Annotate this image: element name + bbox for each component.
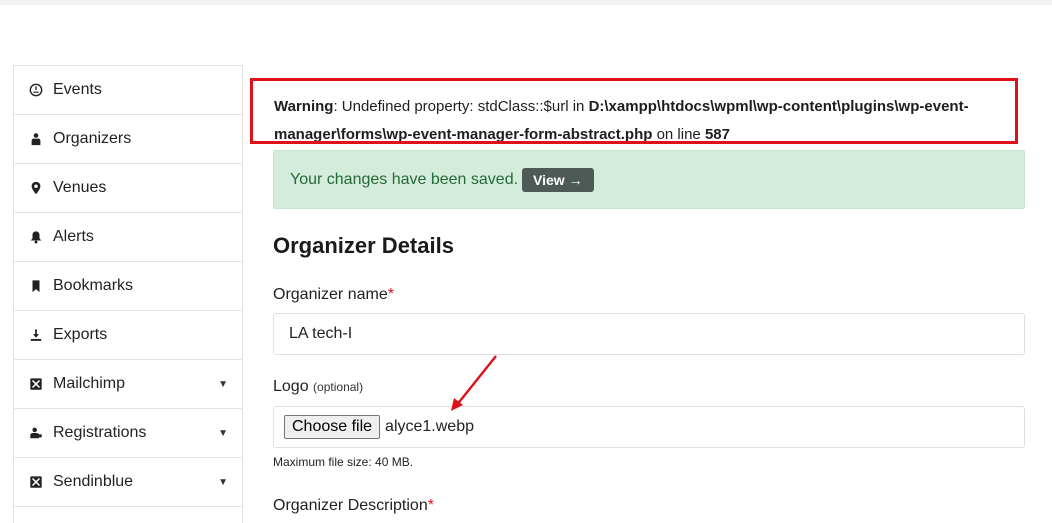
sidebar-item-alerts[interactable]: Alerts [14,213,242,262]
sidebar-item-label: Organizers [53,130,132,147]
annotation-arrow [451,355,497,411]
sidebar-item-label: Sendinblue [53,473,134,490]
chevron-down-icon[interactable]: ▼ [218,477,228,488]
max-file-size-hint: Maximum file size: 40 MB. [273,455,414,469]
logo-label-text: Logo [273,378,309,395]
organizer-name-label-text: Organizer name [273,286,388,303]
sidebar-item-label: Mailchimp [53,375,126,392]
required-mark: * [387,286,394,303]
sidebar-item-organizers[interactable]: Organizers [14,115,242,164]
sidebar-item-label: Registrations [53,424,147,441]
success-notice: Your changes have been saved. View → [273,150,1025,209]
organizer-name-value: LA tech-I [289,325,353,342]
sidebar-item-label: Events [53,81,102,98]
required-mark: * [427,497,434,514]
dashboard-icon [28,82,44,98]
sidebar-item-venues[interactable]: Venues [14,164,242,213]
organizer-description-label: Organizer Description* [273,497,434,515]
organizer-name-label: Organizer name* [273,286,394,304]
sidebar-item-bookmarks[interactable]: Bookmarks [14,262,242,311]
logo-file-input[interactable]: Choose file alyce1.webp [273,406,1025,448]
page-title: Organizer Details [273,233,454,258]
sidebar-item-events[interactable]: Events [14,66,242,115]
sidebar-item-label: Bookmarks [53,277,134,294]
organizer-name-input[interactable]: LA tech-I [273,313,1025,355]
view-button[interactable]: View → [522,167,594,192]
chevron-down-icon[interactable]: ▼ [218,379,228,390]
sidebar-item-sendinblue[interactable]: Sendinblue ▼ [14,458,242,507]
sidebar-item-mailchimp[interactable]: Mailchimp ▼ [14,360,242,409]
sidebar-item-registrations[interactable]: Registrations ▼ [14,409,242,458]
annotation-highlight-box [250,78,1018,144]
mail-x-icon [28,376,44,392]
location-pin-icon [28,180,44,196]
users-icon [28,425,44,441]
dashboard-sidebar: Events Organizers Venues Alerts Bookmark… [13,65,243,523]
bookmark-icon [28,278,44,294]
sidebar-item-label: Exports [53,326,108,343]
mail-x-icon [28,474,44,490]
top-bar [0,0,1052,5]
download-icon [28,327,44,343]
notice-message: Your changes have been saved. [290,170,519,188]
selected-file-name: alyce1.webp [385,418,474,435]
sidebar-item-label: Alerts [53,228,94,245]
logo-label: Logo (optional) [273,378,363,396]
bell-icon [28,229,44,245]
optional-tag: (optional) [313,380,364,394]
sidebar-item-exports[interactable]: Exports [14,311,242,360]
choose-file-button[interactable]: Choose file [284,415,381,439]
person-icon [28,131,44,147]
organizer-description-label-text: Organizer Description [273,497,428,514]
sidebar-item-label: Venues [53,179,107,196]
chevron-down-icon[interactable]: ▼ [218,428,228,439]
